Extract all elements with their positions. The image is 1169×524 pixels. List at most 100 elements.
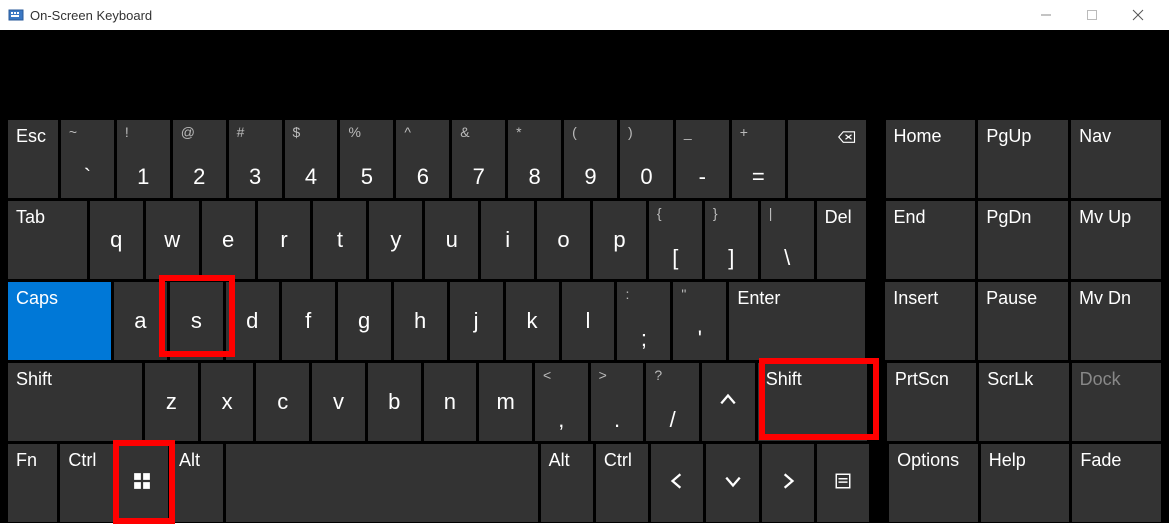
shift-right-key[interactable]: Shift bbox=[758, 363, 867, 441]
row-5: Fn Ctrl Alt Alt Ctrl Options Help Fade bbox=[8, 444, 1161, 522]
minus-key[interactable]: _- bbox=[676, 120, 729, 198]
options-key[interactable]: Options bbox=[889, 444, 978, 522]
backtick-key[interactable]: ~` bbox=[61, 120, 114, 198]
8-key[interactable]: *8 bbox=[508, 120, 561, 198]
alt-left-key[interactable]: Alt bbox=[171, 444, 223, 522]
esc-key[interactable]: Esc bbox=[8, 120, 58, 198]
tab-key[interactable]: Tab bbox=[8, 201, 87, 279]
b-key[interactable]: b bbox=[368, 363, 421, 441]
h-key[interactable]: h bbox=[394, 282, 447, 360]
nav-key[interactable]: Nav bbox=[1071, 120, 1161, 198]
menu-icon bbox=[817, 470, 869, 496]
comma-key[interactable]: <, bbox=[535, 363, 588, 441]
t-key[interactable]: t bbox=[313, 201, 366, 279]
ctrl-right-key[interactable]: Ctrl bbox=[596, 444, 648, 522]
end-key[interactable]: End bbox=[886, 201, 976, 279]
maximize-button[interactable] bbox=[1069, 0, 1115, 30]
backslash-key[interactable]: |\ bbox=[761, 201, 814, 279]
close-button[interactable] bbox=[1115, 0, 1161, 30]
l-key[interactable]: l bbox=[562, 282, 615, 360]
windows-icon bbox=[116, 470, 168, 496]
row-4: Shift z x c v b n m <, >. ?/ Shift PrtSc… bbox=[8, 363, 1161, 441]
e-key[interactable]: e bbox=[202, 201, 255, 279]
n-key[interactable]: n bbox=[424, 363, 477, 441]
left-arrow-icon bbox=[651, 470, 703, 496]
p-key[interactable]: p bbox=[593, 201, 646, 279]
down-arrow-key[interactable] bbox=[706, 444, 758, 522]
home-key[interactable]: Home bbox=[886, 120, 976, 198]
space-key[interactable] bbox=[226, 444, 537, 522]
help-key[interactable]: Help bbox=[981, 444, 1070, 522]
2-key[interactable]: @2 bbox=[173, 120, 226, 198]
mvup-key[interactable]: Mv Up bbox=[1071, 201, 1161, 279]
y-key[interactable]: y bbox=[369, 201, 422, 279]
u-key[interactable]: u bbox=[425, 201, 478, 279]
r-key[interactable]: r bbox=[258, 201, 311, 279]
pgup-key[interactable]: PgUp bbox=[978, 120, 1068, 198]
s-key[interactable]: s bbox=[170, 282, 223, 360]
m-key[interactable]: m bbox=[479, 363, 532, 441]
z-key[interactable]: z bbox=[145, 363, 198, 441]
windows-key[interactable] bbox=[116, 444, 168, 522]
4-key[interactable]: $4 bbox=[285, 120, 338, 198]
up-arrow-key[interactable] bbox=[702, 363, 755, 441]
keyboard-area: Esc ~` !1 @2 #3 $4 %5 ^6 &7 *8 (9 )0 _- … bbox=[0, 30, 1169, 523]
o-key[interactable]: o bbox=[537, 201, 590, 279]
fn-key[interactable]: Fn bbox=[8, 444, 57, 522]
period-key[interactable]: >. bbox=[591, 363, 644, 441]
i-key[interactable]: i bbox=[481, 201, 534, 279]
mvdn-key[interactable]: Mv Dn bbox=[1071, 282, 1161, 360]
x-key[interactable]: x bbox=[201, 363, 254, 441]
left-arrow-key[interactable] bbox=[651, 444, 703, 522]
alt-right-key[interactable]: Alt bbox=[541, 444, 593, 522]
slash-key[interactable]: ?/ bbox=[646, 363, 699, 441]
v-key[interactable]: v bbox=[312, 363, 365, 441]
0-key[interactable]: )0 bbox=[620, 120, 673, 198]
pgdn-key[interactable]: PgDn bbox=[978, 201, 1068, 279]
scrlk-key[interactable]: ScrLk bbox=[979, 363, 1068, 441]
up-arrow-icon bbox=[702, 389, 755, 415]
1-key[interactable]: !1 bbox=[117, 120, 170, 198]
6-key[interactable]: ^6 bbox=[396, 120, 449, 198]
equals-key[interactable]: += bbox=[732, 120, 785, 198]
row-1: Esc ~` !1 @2 #3 $4 %5 ^6 &7 *8 (9 )0 _- … bbox=[8, 120, 1161, 198]
fade-key[interactable]: Fade bbox=[1072, 444, 1161, 522]
right-arrow-key[interactable] bbox=[762, 444, 814, 522]
open-bracket-key[interactable]: {[ bbox=[649, 201, 702, 279]
pause-key[interactable]: Pause bbox=[978, 282, 1068, 360]
enter-key[interactable]: Enter bbox=[729, 282, 865, 360]
minimize-button[interactable] bbox=[1023, 0, 1069, 30]
quote-key[interactable]: "' bbox=[673, 282, 726, 360]
f-key[interactable]: f bbox=[282, 282, 335, 360]
9-key[interactable]: (9 bbox=[564, 120, 617, 198]
j-key[interactable]: j bbox=[450, 282, 503, 360]
c-key[interactable]: c bbox=[256, 363, 309, 441]
shift-left-key[interactable]: Shift bbox=[8, 363, 142, 441]
window-title: On-Screen Keyboard bbox=[30, 8, 152, 23]
semicolon-key[interactable]: :; bbox=[617, 282, 670, 360]
q-key[interactable]: q bbox=[90, 201, 143, 279]
del-key[interactable]: Del bbox=[817, 201, 866, 279]
7-key[interactable]: &7 bbox=[452, 120, 505, 198]
dock-key[interactable]: Dock bbox=[1072, 363, 1161, 441]
row-2: Tab q w e r t y u i o p {[ }] |\ Del End… bbox=[8, 201, 1161, 279]
prtscn-key[interactable]: PrtScn bbox=[887, 363, 976, 441]
titlebar: On-Screen Keyboard bbox=[0, 0, 1169, 30]
ctrl-left-key[interactable]: Ctrl bbox=[60, 444, 112, 522]
caps-key[interactable]: Caps bbox=[8, 282, 111, 360]
insert-key[interactable]: Insert bbox=[885, 282, 975, 360]
backspace-key[interactable] bbox=[788, 120, 866, 198]
a-key[interactable]: a bbox=[114, 282, 167, 360]
down-arrow-icon bbox=[706, 470, 758, 496]
app-icon bbox=[8, 7, 24, 23]
menu-key[interactable] bbox=[817, 444, 869, 522]
backspace-icon bbox=[838, 128, 856, 152]
close-bracket-key[interactable]: }] bbox=[705, 201, 758, 279]
w-key[interactable]: w bbox=[146, 201, 199, 279]
k-key[interactable]: k bbox=[506, 282, 559, 360]
3-key[interactable]: #3 bbox=[229, 120, 282, 198]
5-key[interactable]: %5 bbox=[340, 120, 393, 198]
d-key[interactable]: d bbox=[226, 282, 279, 360]
right-arrow-icon bbox=[762, 470, 814, 496]
g-key[interactable]: g bbox=[338, 282, 391, 360]
